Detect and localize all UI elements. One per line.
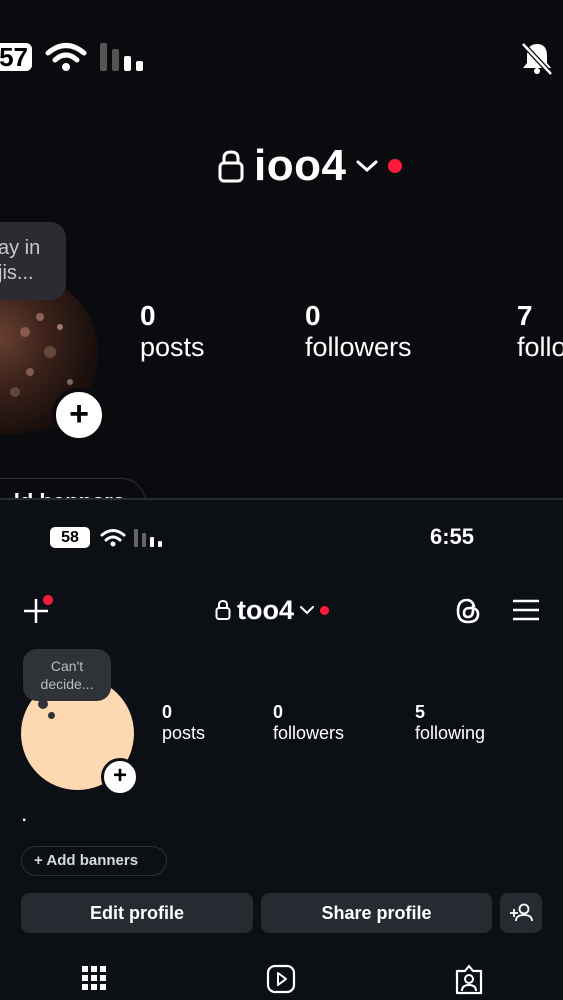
stat-posts[interactable]: 0 posts	[162, 702, 205, 744]
edit-profile-button[interactable]: Edit profile	[21, 893, 253, 933]
share-profile-button[interactable]: Share profile	[261, 893, 492, 933]
grid-icon[interactable]	[81, 965, 107, 995]
signal-icon	[100, 43, 143, 71]
status-time: 6:55	[430, 524, 475, 549]
notification-dot	[320, 605, 329, 615]
battery-indicator: 58	[50, 527, 90, 548]
add-person-icon	[510, 903, 533, 922]
stat-label: followers	[305, 332, 412, 362]
bottom-screen: 58 6:55 too4 + Can't decide... 0 posts 0…	[0, 500, 563, 1000]
threads-icon[interactable]	[454, 596, 482, 626]
lock-icon	[218, 150, 244, 183]
stat-label: following	[415, 723, 486, 743]
stat-value: 0	[305, 300, 321, 331]
stat-label: follo	[517, 332, 563, 362]
add-story-button[interactable]: +	[52, 388, 106, 442]
chevron-down-icon	[300, 606, 314, 615]
stat-following[interactable]: 7 follo	[517, 300, 563, 363]
note-text-line-2: jis...	[0, 262, 34, 284]
note-bubble[interactable]: Can't decide...	[23, 649, 111, 701]
stat-value: 5	[415, 702, 426, 722]
notification-dot	[388, 159, 403, 173]
account-switcher[interactable]: too4	[215, 592, 329, 628]
username: ioo4	[254, 141, 347, 190]
discover-people-button[interactable]	[500, 893, 542, 933]
stat-value: 0	[273, 702, 284, 722]
add-banners-button[interactable]: ld banners	[0, 478, 146, 499]
note-bubble[interactable]: ay in jis...	[0, 222, 66, 300]
wifi-icon	[45, 43, 87, 71]
hamburger-menu-icon[interactable]	[512, 598, 540, 622]
stat-value: 0	[140, 300, 156, 331]
stat-value: 0	[162, 702, 173, 722]
lock-icon	[215, 599, 231, 620]
stat-following[interactable]: 5 following	[415, 702, 485, 744]
signal-icon	[134, 529, 162, 547]
stat-posts[interactable]: 0 posts	[140, 300, 205, 363]
create-plus-icon[interactable]	[22, 595, 54, 627]
stat-followers[interactable]: 0 followers	[273, 702, 344, 744]
note-text-line-1: ay in	[0, 237, 41, 259]
stat-label: posts	[162, 723, 206, 743]
note-bubble-tail	[38, 699, 48, 709]
stat-followers[interactable]: 0 followers	[305, 300, 412, 363]
stat-value: 7	[517, 300, 533, 331]
note-bubble-tail-dot	[48, 712, 55, 719]
add-banners-button[interactable]: + Add banners	[21, 846, 167, 876]
top-screen: 57 ioo4 + ay in jis... 0 posts 0 followe…	[0, 0, 563, 499]
stat-label: posts	[140, 332, 205, 362]
reels-icon[interactable]	[266, 964, 296, 996]
stat-label: followers	[273, 723, 345, 743]
tagged-icon[interactable]	[454, 963, 484, 997]
add-story-button[interactable]: +	[101, 758, 139, 796]
bio-text: .	[22, 808, 27, 825]
chevron-down-icon	[356, 160, 378, 173]
wifi-icon	[100, 529, 126, 547]
account-switcher[interactable]: ioo4	[218, 138, 403, 194]
mute-bell-icon	[521, 42, 553, 76]
username: too4	[237, 594, 294, 625]
battery-indicator: 57	[0, 43, 32, 71]
